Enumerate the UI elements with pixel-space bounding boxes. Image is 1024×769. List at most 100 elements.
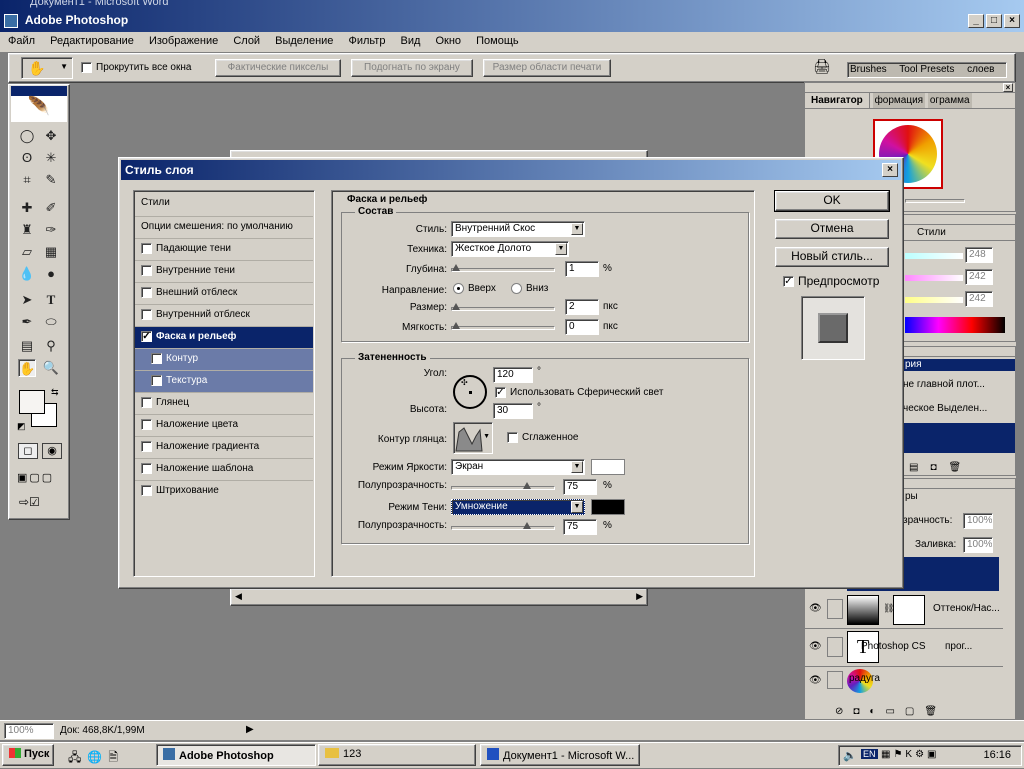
preview-checkbox[interactable]: ✓ Предпросмотр [783, 274, 879, 288]
menu-help[interactable]: Помощь [476, 35, 519, 47]
soften-input[interactable]: 0 [565, 319, 599, 335]
layer-row-hue[interactable]: 👁 ⛓ Оттенок/Нас... [805, 593, 1003, 629]
color-value-2[interactable]: 242 [965, 269, 993, 285]
highlight-mode-select[interactable]: Экран ▼ [451, 459, 585, 475]
swap-colors-icon[interactable]: ⇆ [51, 387, 59, 398]
well-tab-layers[interactable]: слоев [967, 64, 994, 75]
shadow-mode-select[interactable]: Умножение ▼ [451, 499, 585, 515]
standard-mode-icon[interactable]: ◻ [18, 443, 38, 459]
brush-tool-icon[interactable]: ✐ [42, 199, 60, 217]
inner-shadow-check[interactable] [141, 265, 152, 276]
minimize-button[interactable]: _ [968, 14, 984, 28]
depth-input[interactable]: 1 [565, 261, 599, 277]
gradient-overlay-check[interactable] [141, 441, 152, 452]
hand-tool-selected-icon[interactable]: ✋ [18, 359, 36, 377]
notes-tool-icon[interactable]: ▤ [18, 337, 36, 355]
cancel-button[interactable]: Отмена [775, 219, 889, 239]
layer-row-text[interactable]: 👁 T Photoshop CS прог... [805, 629, 1003, 667]
inner-glow-check[interactable] [141, 309, 152, 320]
eraser-tool-icon[interactable]: ▱ [18, 243, 36, 261]
menu-image[interactable]: Изображение [149, 35, 218, 47]
direction-down-radio[interactable]: Вниз [511, 283, 548, 294]
style-inner-shadow[interactable]: Внутренние тени [135, 261, 313, 283]
well-tab-brushes[interactable]: Brushes [850, 64, 887, 75]
styles-header[interactable]: Стили [135, 193, 313, 217]
shadow-opacity-input[interactable]: 75 [563, 519, 597, 535]
style-satin[interactable]: Глянец [135, 393, 313, 415]
menu-window[interactable]: Окно [435, 35, 461, 47]
maximize-button[interactable]: □ [986, 14, 1002, 28]
technique-select[interactable]: Жесткое Долото ▼ [451, 241, 569, 257]
highlight-opacity-thumb[interactable] [522, 482, 531, 489]
layer-opacity-input[interactable]: 100% [963, 513, 993, 529]
task-photoshop[interactable]: Adobe Photoshop [156, 744, 316, 766]
well-tab-tool-presets[interactable]: Tool Presets [899, 64, 954, 75]
menu-file[interactable]: Файл [8, 35, 35, 47]
altitude-input[interactable]: 30 [493, 403, 533, 419]
magic-wand-icon[interactable]: ✳ [42, 149, 60, 167]
marquee-tool-icon[interactable]: ◯ [18, 127, 36, 145]
soften-slider[interactable] [451, 322, 555, 330]
angle-input[interactable]: 120 [493, 367, 533, 383]
highlight-opacity-input[interactable]: 75 [563, 479, 597, 495]
style-bevel-emboss[interactable]: ✓ Фаска и рельеф [135, 327, 313, 349]
feather-logo[interactable]: 🪶 [11, 96, 67, 122]
highlight-color-swatch[interactable] [591, 459, 625, 475]
history-item-1[interactable]: не главной плот... [903, 379, 1001, 390]
history-tab[interactable]: рия [903, 359, 1015, 371]
antialiased-checkbox[interactable]: Сглаженное [507, 432, 578, 443]
close-button[interactable]: × [1004, 14, 1020, 28]
size-slider-thumb[interactable] [452, 303, 460, 310]
task-folder[interactable]: 123 [318, 744, 476, 766]
direction-up-dot[interactable] [453, 283, 464, 294]
global-light-checkbox[interactable]: ✓ Использовать Сферический свет [495, 387, 663, 398]
style-inner-glow[interactable]: Внутренний отблеск [135, 305, 313, 327]
layers-footer-icons[interactable]: ⊘◘◐▭▢🗑 [835, 706, 947, 717]
highlight-opacity-slider[interactable] [451, 482, 555, 490]
depth-slider-thumb[interactable] [452, 264, 460, 271]
cyan-slider[interactable] [905, 253, 963, 259]
link-box[interactable] [827, 599, 843, 619]
soften-slider-thumb[interactable] [452, 322, 460, 329]
lasso-tool-icon[interactable]: ʘ [18, 149, 36, 167]
foreground-color-swatch[interactable] [19, 390, 45, 414]
scroll-all-windows-checkbox[interactable]: Прокрутить все окна [81, 62, 191, 73]
quick-mask-icon[interactable]: ◉ [42, 443, 62, 459]
ok-button[interactable]: OK [774, 190, 890, 212]
style-stroke[interactable]: Штрихование [135, 481, 313, 503]
language-indicator[interactable]: EN [861, 749, 878, 759]
shape-tool-icon[interactable]: ⬭ [42, 313, 60, 331]
eye-icon[interactable]: 👁 [809, 641, 822, 652]
task-word[interactable]: Документ1 - Microsoft W... [480, 744, 640, 766]
print-size-button[interactable]: Размер области печати [483, 59, 611, 77]
texture-check[interactable] [151, 375, 162, 386]
outer-glow-check[interactable] [141, 287, 152, 298]
link-box[interactable] [827, 671, 843, 689]
stroke-check[interactable] [141, 485, 152, 496]
document-hscrollbar[interactable]: ◀ ▶ [230, 588, 648, 606]
style-texture[interactable]: Текстура [135, 371, 313, 393]
jump-to-imageready-icon[interactable]: ⇨☑ [19, 495, 59, 511]
menu-edit[interactable]: Редактирование [50, 35, 134, 47]
color-ramp[interactable] [905, 317, 1005, 333]
scroll-right-icon[interactable]: ▶ [636, 591, 643, 602]
gradient-tool-icon[interactable]: ▦ [42, 243, 60, 261]
bevel-style-select[interactable]: Внутренний Скос ▼ [451, 221, 585, 237]
history-footer-icons[interactable]: ▤◘🗑 [909, 462, 973, 473]
tab-info[interactable]: формация [872, 93, 926, 108]
style-outer-glow[interactable]: Внешний отблеск [135, 283, 313, 305]
scroll-all-check[interactable] [81, 62, 92, 73]
file-browser-icon[interactable]: 🖨 [813, 58, 835, 78]
blur-tool-icon[interactable]: 💧 [18, 265, 36, 283]
antialiased-check[interactable] [507, 432, 518, 443]
dodge-tool-icon[interactable]: ● [42, 265, 60, 283]
history-item-2[interactable]: ческое Выделен... [903, 403, 1001, 414]
pen-tool-icon[interactable]: ✒ [18, 313, 36, 331]
crop-tool-icon[interactable]: ⌗ [18, 171, 36, 189]
blending-options[interactable]: Опции смешения: по умолчанию [135, 217, 313, 239]
menu-layer[interactable]: Слой [233, 35, 260, 47]
angle-dial[interactable]: ✣ [453, 375, 487, 409]
navigator-close-icon[interactable]: × [1003, 83, 1013, 92]
color-value-3[interactable]: 242 [965, 291, 993, 307]
tab-navigator[interactable]: Навигатор [805, 93, 870, 108]
